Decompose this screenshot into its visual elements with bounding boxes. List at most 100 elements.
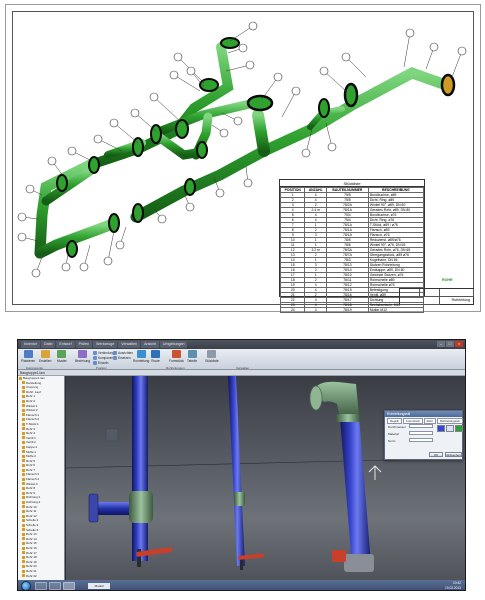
part-icon: [22, 399, 25, 403]
material-field[interactable]: [409, 431, 433, 435]
browser-item-label: Flansch:2: [26, 417, 40, 422]
menu-tab[interactable]: Umgebungen: [159, 341, 188, 348]
ribbon-button[interactable]: Rohrleitung: [133, 350, 149, 367]
taskbar-app-explorer[interactable]: [35, 582, 47, 590]
browser-item-label: Winkel:3: [26, 481, 38, 486]
maximize-button[interactable]: □: [446, 341, 454, 347]
menu-tab[interactable]: Ansicht: [141, 341, 159, 348]
taskbar-app-browser[interactable]: [49, 582, 61, 590]
menu-tab[interactable]: Werkzeuge: [93, 341, 118, 348]
ribbon-button-icon: [40, 350, 50, 358]
windows-taskbar: Modell 10:42 19.03.2013: [18, 580, 465, 590]
ok-button[interactable]: OK: [429, 452, 443, 457]
ribbon-small-icon: [113, 356, 117, 360]
browser-item-label: Schelle:3: [26, 527, 39, 532]
standard-field[interactable]: [409, 438, 433, 442]
part-icon: [22, 463, 25, 467]
ribbon-button[interactable]: Beziehung: [75, 350, 90, 367]
bill-of-materials-table: Stückliste POSITION ANZAHL BAUTEILNUMMER BE…: [279, 179, 425, 313]
color-swatch-green[interactable]: [455, 425, 463, 432]
part-icon: [22, 395, 25, 399]
part-icon: [22, 381, 25, 385]
browser-item-label: Rohr:4: [26, 431, 36, 436]
dialog-title: Rohrleitungsstil: [385, 411, 462, 417]
browser-item-label: Rohr:20: [26, 564, 37, 569]
ribbon-button-label: Route: [151, 359, 160, 363]
cancel-button[interactable]: Abbrechen: [445, 452, 462, 457]
start-button[interactable]: [21, 581, 31, 590]
bom-cell: 4: [304, 307, 327, 313]
ribbon-small-button[interactable]: Ersetzen: [113, 356, 131, 360]
pipe-vertical-left[interactable]: [88, 376, 173, 567]
system-clock[interactable]: 10:42 19.03.2013: [445, 581, 461, 590]
ribbon-button[interactable]: Tabelle: [187, 350, 197, 367]
ribbon-small-icon: [113, 351, 117, 355]
bom-cell: Mutter M12: [367, 307, 425, 313]
part-icon: [22, 427, 25, 431]
ribbon-button-icon: [78, 350, 88, 358]
ribbon-button-label: Muster: [57, 359, 67, 363]
ribbon-small-button[interactable]: Ausrichten: [113, 351, 133, 355]
diameter-field[interactable]: [409, 424, 433, 428]
material-label: Material: [388, 432, 399, 436]
ribbon-small-icon: [93, 356, 97, 360]
part-icon: [22, 454, 25, 458]
clock-date: 19.03.2013: [445, 585, 461, 590]
ribbon-button[interactable]: Route: [151, 350, 160, 367]
browser-item-label: Rohr:22: [26, 573, 37, 578]
ribbon-button-icon: [136, 350, 146, 358]
dialog-tab[interactable]: Regeln: [387, 418, 403, 424]
browser-item-label: Rohr:13: [26, 532, 37, 537]
drawing-title-block: Rohrleitung: [399, 288, 474, 305]
browser-item-label: Flansch:4: [26, 477, 40, 482]
color-swatch-blue[interactable]: [437, 425, 445, 432]
browser-item-label: Rohr:16: [26, 545, 37, 550]
browser-item-label: Rohr:17: [26, 550, 37, 555]
part-icon: [22, 565, 25, 569]
browser-item-label: Muffe:1: [26, 449, 36, 454]
browser-item-label: Winkel:1: [26, 403, 38, 408]
taskbar-app-inventor[interactable]: [63, 582, 75, 590]
ribbon-button[interactable]: Stückliste: [205, 350, 219, 367]
ribbon-button[interactable]: Formstück: [169, 350, 184, 367]
menu-tab[interactable]: Entwurf: [56, 341, 75, 348]
menu-tab[interactable]: Verwalten: [118, 341, 141, 348]
3d-viewport[interactable]: Rohrleitungsstil Regeln Formstück Rohr Rohr…: [66, 376, 465, 580]
part-icon: [22, 542, 25, 546]
color-swatch-light[interactable]: [446, 425, 454, 432]
part-icon: [22, 574, 25, 578]
menu-tab[interactable]: Inventor: [21, 341, 40, 348]
browser-item-label: Rohr:21: [26, 568, 37, 573]
part-icon: [22, 422, 25, 426]
ribbon-button-icon: [171, 350, 181, 358]
ribbon-small-button[interactable]: Verbindung: [93, 351, 114, 355]
ribbon-button[interactable]: Erstellen: [39, 350, 51, 367]
part-icon: [22, 500, 25, 504]
browser-item-label: Ventil:1: [26, 435, 36, 440]
part-icon: [22, 528, 25, 532]
part-icon: [22, 477, 25, 481]
ribbon-button[interactable]: Platzieren: [21, 350, 35, 367]
bom-row: 24 4 78/19 Mutter M12: [279, 307, 425, 313]
close-button[interactable]: ×: [455, 341, 463, 347]
3d-pipe-model: [66, 376, 465, 572]
menu-tab[interactable]: Datei: [41, 341, 56, 348]
menu-tab[interactable]: Prüfen: [75, 341, 93, 348]
ribbon-button[interactable]: Muster: [57, 350, 67, 367]
part-icon: [22, 537, 25, 541]
browser-item-label: Rohr:11: [26, 509, 37, 514]
transform-gizmo[interactable]: [368, 465, 382, 480]
technical-drawing-sheet: Stückliste POSITION ANZAHL BAUTEILNUMMER BE…: [5, 4, 481, 313]
pipe-vertical-right[interactable]: [309, 381, 374, 572]
ribbon-small-button[interactable]: Einzeln: [93, 361, 108, 365]
part-icon: [22, 473, 25, 477]
browser-item-label: Rohr:12: [26, 513, 37, 518]
browser-item-label: Flansch:3: [26, 472, 40, 477]
part-icon: [22, 519, 25, 523]
sheet-tab[interactable]: Modell: [88, 583, 110, 589]
part-icon: [22, 413, 25, 417]
browser-tree-item[interactable]: Rohr:22: [18, 574, 64, 579]
pipe-vertical-middle[interactable]: [228, 376, 265, 570]
dialog-tab[interactable]: Rohrleitungsstil: [436, 418, 463, 424]
minimize-button[interactable]: –: [437, 341, 445, 347]
